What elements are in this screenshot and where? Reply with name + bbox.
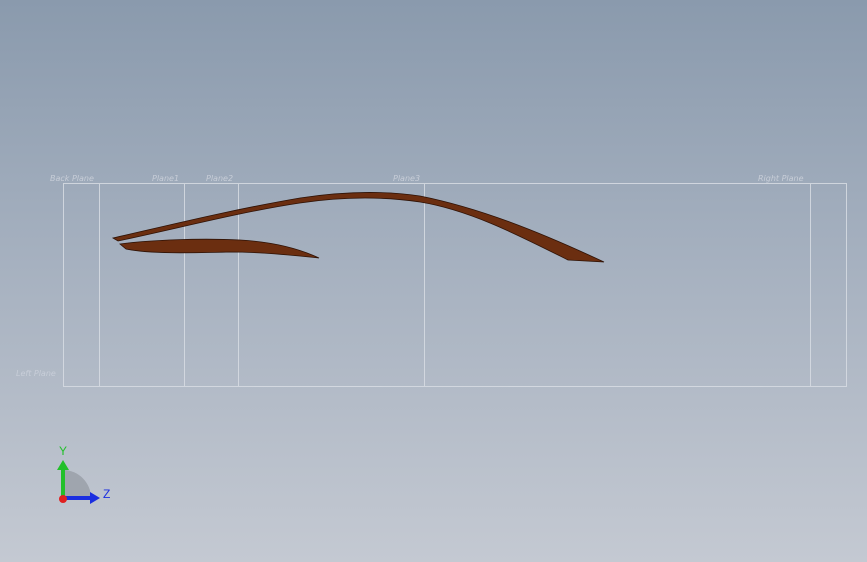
reference-planes	[63, 183, 847, 387]
y-axis-arrow	[57, 460, 69, 470]
y-axis-label: Y	[59, 444, 67, 458]
plane-label-plane1[interactable]: Plane1	[152, 174, 179, 183]
outer-plane-frame[interactable]	[63, 183, 847, 387]
x-axis-dot	[59, 495, 67, 503]
plane-labels: Back Plane Plane1 Plane2 Plane3 Right Pl…	[16, 174, 804, 378]
triad-quadrant	[63, 470, 91, 498]
reference-triad: Y Z	[57, 444, 110, 504]
z-axis-arrow	[90, 492, 100, 504]
plane-label-right[interactable]: Right Plane	[758, 174, 804, 183]
graphics-viewport[interactable]: Back Plane Plane1 Plane2 Plane3 Right Pl…	[0, 0, 867, 562]
plane-label-left[interactable]: Left Plane	[16, 369, 56, 378]
part-lower-surface[interactable]	[119, 238, 320, 259]
part-body[interactable]	[111, 192, 605, 263]
z-axis-label: Z	[103, 487, 110, 501]
plane-label-plane3[interactable]: Plane3	[393, 174, 420, 183]
plane-label-plane2[interactable]: Plane2	[206, 174, 233, 183]
plane-label-back[interactable]: Back Plane	[50, 174, 94, 183]
